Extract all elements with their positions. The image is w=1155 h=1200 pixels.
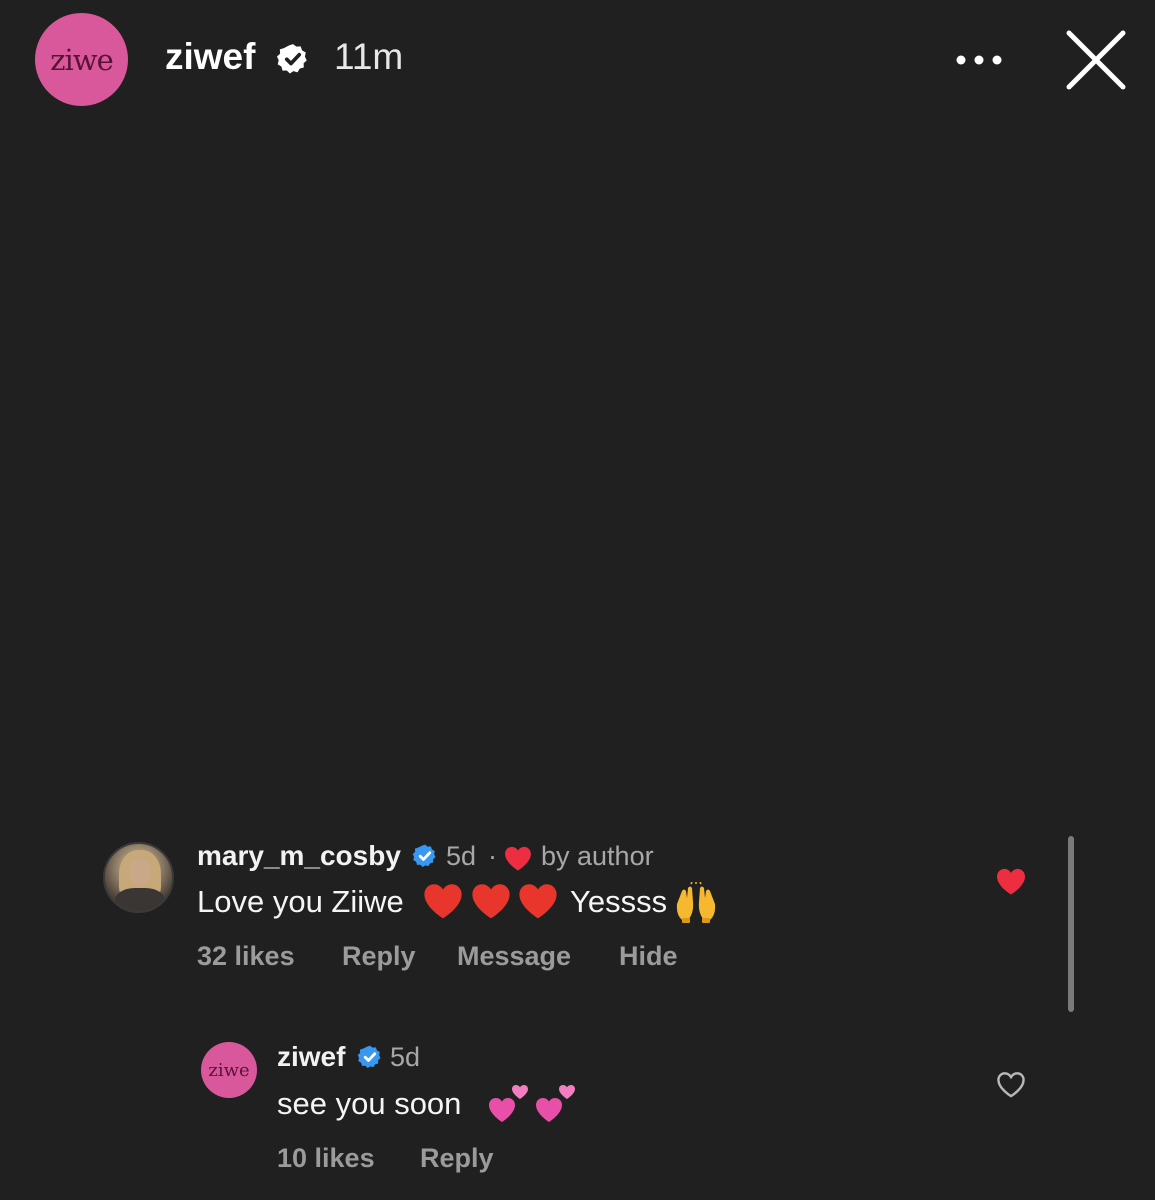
comment-timestamp: 5d [446,841,477,871]
heart-icon[interactable] [996,868,1026,895]
two-hearts-emoji-icon [489,1085,528,1122]
meta-separator: · [488,841,497,871]
raising-hands-emoji-icon [676,882,716,923]
liked-by-author-label: by author [541,841,654,871]
red-heart-emoji-icon [472,884,510,919]
verified-badge-icon [412,844,436,868]
reply-timestamp: 5d [390,1042,421,1072]
red-heart-emoji-icon [424,884,462,919]
verified-badge-icon [357,1045,381,1069]
reply-button[interactable]: Reply [420,1143,494,1174]
comment-avatar[interactable] [103,842,174,913]
red-heart-emoji-icon [519,884,557,919]
comment-username[interactable]: mary_m_cosby [197,840,401,872]
story-avatar[interactable]: ziwe [35,13,128,106]
hide-button[interactable]: Hide [619,941,678,972]
reply-text: see you soon [277,1086,462,1121]
verified-badge-icon [276,44,307,74]
heart-icon [505,846,531,871]
reply-avatar[interactable]: ziwe [201,1042,257,1098]
likes-count[interactable]: 10 likes [277,1143,375,1174]
avatar-logo-text: ziwe [50,42,114,77]
message-button[interactable]: Message [457,941,571,972]
reply-button[interactable]: Reply [342,941,416,972]
scrollbar[interactable] [1068,836,1074,1012]
comment-text: Love you Ziiwe [197,884,404,919]
story-username[interactable]: ziwef [165,36,255,78]
close-icon[interactable] [1064,28,1128,92]
story-screen: ziwe ziwef 11m mary_m_cosby 5d · by auth… [0,0,1155,1200]
story-timestamp: 11m [334,36,404,77]
likes-count[interactable]: 32 likes [197,941,295,972]
heart-outline-icon[interactable] [996,1071,1026,1098]
reply-username[interactable]: ziwef [277,1041,345,1073]
avatar-logo-text: ziwe [208,1059,250,1081]
comment-text-end: Yessss [570,884,668,919]
two-hearts-emoji-icon [536,1085,575,1122]
more-dots-icon[interactable] [954,50,1004,70]
